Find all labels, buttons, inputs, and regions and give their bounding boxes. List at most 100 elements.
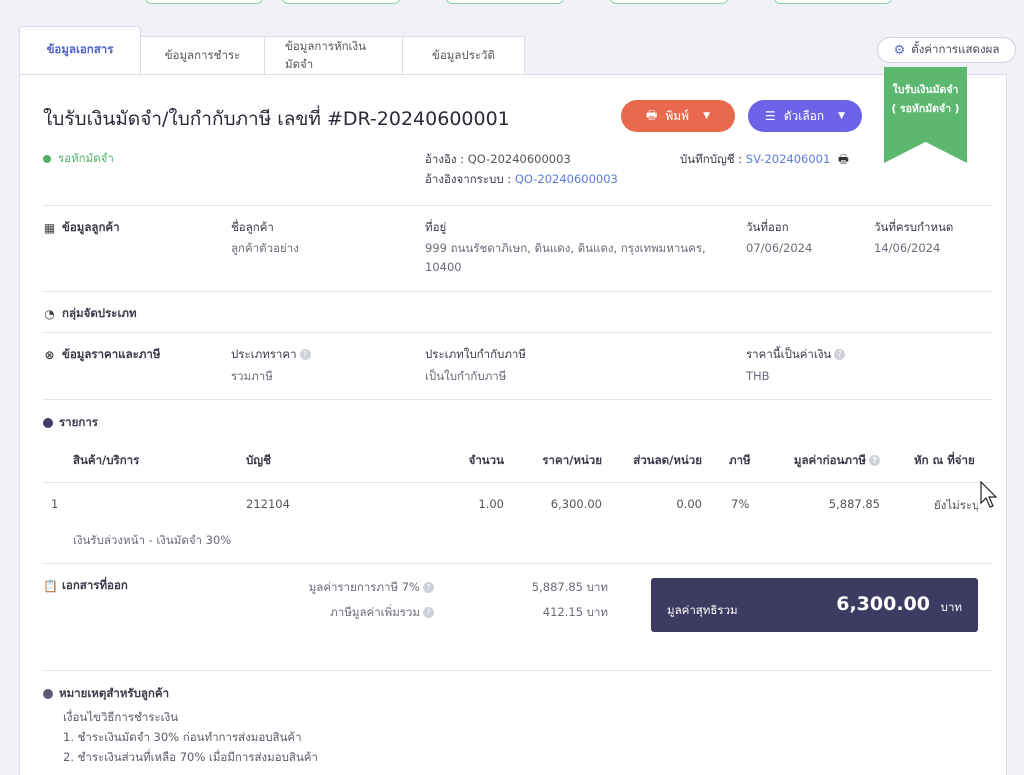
help-icon[interactable]: ? — [869, 455, 880, 466]
col-header-qty: จำนวน — [468, 453, 504, 467]
bullet-icon — [43, 689, 53, 699]
pricing-section-label: ข้อมูลราคาและภาษี — [62, 347, 161, 361]
display-settings-label: ตั้งค่าการแสดงผล — [911, 42, 1000, 56]
printer-icon: 🖶 — [646, 107, 658, 122]
group-section-label: กลุ่มจัดประเภท — [62, 306, 137, 320]
top-button-strip — [0, 0, 1024, 8]
issue-date-value: 07/06/2024 — [746, 241, 813, 255]
account-record-label: บันทึกบัญชี : — [680, 152, 743, 166]
status-badge: รอหักมัดจำ — [43, 150, 114, 168]
page-title: ใบรับเงินมัดจำ/ใบกำกับภาษี เลขที่ #DR-20… — [43, 108, 510, 130]
net-total-box: มูลค่าสุทธิรวม 6,300.00 บาท — [651, 578, 978, 632]
table-row-divider — [43, 482, 991, 483]
currency-label: ราคานี้เป็นค่าเงิน — [746, 347, 832, 361]
net-total-unit: บาท — [940, 600, 962, 614]
customer-name-link[interactable]: ลูกค้าตัวอย่าง — [231, 239, 299, 257]
due-date-label: วันที่ครบกำหนด — [874, 220, 954, 234]
address-label: ที่อยู่ — [425, 220, 447, 234]
tab-document-info[interactable]: ข้อมูลเอกสาร — [19, 26, 141, 74]
help-icon[interactable]: ? — [299, 349, 311, 360]
status-ribbon: ใบรับเงินมัดจำ ( รอหักมัดจำ ) — [884, 67, 967, 163]
net-total-value: 6,300.00 — [836, 593, 930, 615]
notes-section-label: หมายเหตุสำหรับลูกค้า — [59, 686, 170, 700]
row-description: เงินรับล่วงหน้า - เงินมัดจำ 30% — [73, 533, 232, 547]
price-type-value: รวมภาษี — [231, 369, 273, 383]
taxable-amount-row: มูลค่ารายการภาษี 7%? — [260, 579, 434, 597]
currency-value: THB — [746, 369, 770, 383]
options-button[interactable]: ☰ ตัวเลือก ▼ — [748, 100, 862, 132]
col-header-wht: หัก ณ ที่จ่าย — [914, 453, 975, 467]
account-record-link[interactable]: SV-202406001 — [746, 152, 831, 166]
top-strip-button[interactable] — [145, 0, 263, 4]
vat-total-label: ภาษีมูลค่าเพิ่มรวม — [330, 605, 420, 619]
note-line: 2. ชำระเงินส่วนที่เหลือ 70% เมื่อมีการส่… — [63, 750, 318, 764]
building-icon: ▦ — [43, 221, 56, 235]
documents-section-title: 📋 เอกสารที่ออก — [43, 577, 128, 595]
customer-section-label: ข้อมูลลูกค้า — [62, 220, 120, 234]
divider — [43, 291, 991, 292]
help-icon[interactable]: ? — [834, 349, 846, 360]
row-account: 212104 — [246, 497, 290, 511]
chevron-down-icon: ▼ — [703, 111, 710, 121]
print-button-label: พิมพ์ — [665, 108, 690, 123]
taxable-amount-label: มูลค่ารายการภาษี 7% — [308, 580, 420, 594]
menu-icon: ☰ — [764, 109, 776, 123]
clipboard-icon: 📋 — [43, 579, 58, 593]
tab-payment-info[interactable]: ข้อมูลการชำระ — [141, 36, 265, 74]
tax-invoice-type-value: เป็นใบกำกับภาษี — [425, 369, 507, 383]
account-record-row: บันทึกบัญชี : SV-202406001 🖶 — [680, 151, 849, 171]
tag-circle-icon: ⊗ — [44, 348, 55, 362]
divider — [43, 399, 991, 400]
tab-bar: ข้อมูลเอกสาร ข้อมูลการชำระ ข้อมูลการหักเ… — [19, 26, 525, 74]
col-header-pretax: มูลค่าก่อนภาษี — [793, 453, 866, 467]
status-dot-icon — [43, 155, 51, 163]
documents-section-label: เอกสารที่ออก — [62, 578, 128, 592]
system-reference-row: อ้างอิงจากระบบ : QO-20240600003 — [425, 171, 618, 189]
col-header-account: บัญชี — [246, 453, 271, 467]
divider — [43, 332, 991, 333]
note-line: 1. ชำระเงินมัดจำ 30% ก่อนทำการส่งมอบสินค… — [63, 730, 302, 744]
divider — [43, 563, 991, 564]
gear-icon: ⚙ — [893, 42, 906, 58]
price-type-label: ประเภทราคา — [231, 347, 297, 361]
printer-icon[interactable]: 🖶 — [838, 152, 849, 166]
top-strip-button[interactable] — [610, 0, 728, 4]
due-date-value: 14/06/2024 — [874, 241, 941, 255]
help-icon[interactable]: ? — [423, 607, 434, 618]
status-label: รอหักมัดจำ — [58, 151, 114, 165]
reference-row: อ้างอิง : QO-20240600003 — [425, 151, 571, 169]
row-pretax: 5,887.85 — [828, 497, 880, 511]
ribbon-subtitle: ( รอหักมัดจำ ) — [891, 103, 960, 115]
address-line-2: 10400 — [425, 260, 462, 274]
row-qty: 1.00 — [478, 497, 504, 511]
col-header-tax: ภาษี — [729, 453, 751, 467]
col-header-product: สินค้า/บริการ — [73, 453, 140, 467]
row-tax: 7% — [731, 497, 750, 511]
col-header-discount: ส่วนลด/หน่วย — [633, 453, 702, 467]
issue-date-label: วันที่ออก — [746, 220, 789, 234]
top-strip-button[interactable] — [774, 0, 892, 4]
col-header-unit-price: ราคา/หน่วย — [542, 453, 602, 467]
vat-total-value: 412.15 บาท — [542, 605, 608, 619]
print-button[interactable]: 🖶 พิมพ์ ▼ — [621, 100, 735, 132]
pricing-section-title: ⊗ ข้อมูลราคาและภาษี — [43, 346, 160, 364]
net-total-label: มูลค่าสุทธิรวม — [667, 603, 738, 617]
tab-deposit-deduction-info[interactable]: ข้อมูลการหักเงินมัดจำ — [265, 36, 403, 74]
reference-value: QO-20240600003 — [467, 152, 571, 166]
top-strip-button[interactable] — [446, 0, 564, 4]
ribbon-title: ใบรับเงินมัดจำ — [892, 84, 959, 96]
top-strip-button[interactable] — [282, 0, 400, 4]
tax-invoice-type-label: ประเภทใบกำกับภาษี — [425, 347, 526, 361]
display-settings-button[interactable]: ⚙ ตั้งค่าการแสดงผล — [877, 37, 1016, 63]
row-unit-price: 6,300.00 — [550, 497, 602, 511]
row-number: 1 — [51, 497, 59, 511]
pie-chart-icon: ◔ — [44, 307, 55, 321]
mouse-cursor-icon — [980, 481, 998, 508]
help-icon[interactable]: ? — [423, 582, 434, 593]
system-reference-label: อ้างอิงจากระบบ : — [425, 172, 512, 186]
tab-history-info[interactable]: ข้อมูลประวัติ — [403, 36, 525, 74]
row-wht: ยังไม่ระบุ — [934, 498, 978, 512]
address-line-1: 999 ถนนรัชดาภิเษก, ดินแดง, ดินแดง, กรุงเ… — [425, 241, 706, 255]
system-reference-link[interactable]: QO-20240600003 — [515, 172, 618, 186]
items-section-label: รายการ — [59, 415, 98, 429]
